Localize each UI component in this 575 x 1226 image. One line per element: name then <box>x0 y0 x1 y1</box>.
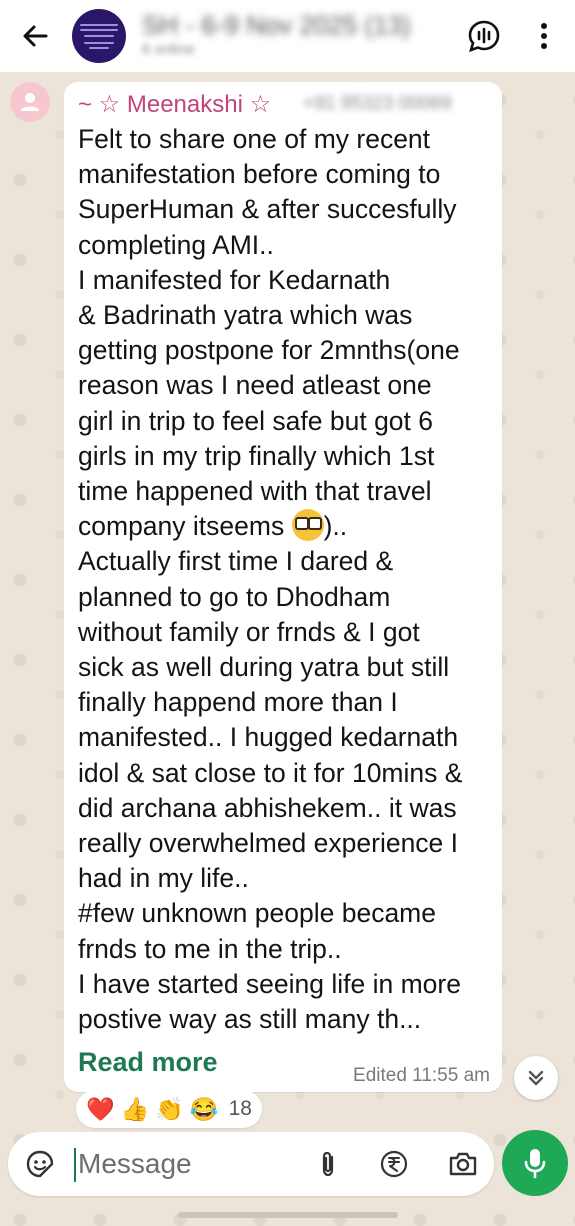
message-line: had in my life.. <box>78 863 249 894</box>
payment-button[interactable] <box>378 1148 410 1180</box>
message-edited-time: Edited 11:55 am <box>353 1065 490 1086</box>
camera-button[interactable] <box>446 1148 480 1180</box>
message-line: & Badrinath yatra which was <box>78 300 413 331</box>
message-input[interactable] <box>78 1144 298 1184</box>
message-line: did archana abhishekem.. it was <box>78 792 457 823</box>
home-indicator <box>178 1212 398 1218</box>
sticker-button[interactable] <box>24 1148 56 1180</box>
avatar-text-line <box>80 29 118 31</box>
message-line: postive way as still many th... <box>78 1004 422 1035</box>
message-line: company itseems <box>78 511 285 542</box>
message-line: idol & sat close to it for 10mins & <box>78 757 463 788</box>
message-line: finally happend more than I <box>78 687 398 718</box>
voice-chat-button[interactable] <box>466 18 502 54</box>
message-line: completing AMI.. <box>78 229 274 260</box>
message-line: girl in trip to feel safe but got 6 <box>78 405 434 436</box>
message-line: I have started seeing life in more <box>78 968 461 999</box>
sender-avatar[interactable] <box>10 82 50 122</box>
message-line: planned to go to Dhodham <box>78 581 391 612</box>
voice-chat-icon <box>468 20 500 53</box>
text-cursor <box>74 1148 76 1182</box>
message-line-suffix: ).. <box>323 511 348 542</box>
rupee-payment-icon <box>380 1150 408 1178</box>
message-line-with-emoji: company itseems ).. <box>78 509 496 544</box>
group-title-area[interactable]: SH - 6-9 Nov 2025 (13) 6 online <box>142 10 442 60</box>
message-line: frnds to me in the trip.. <box>78 933 342 964</box>
double-chevron-down-icon <box>528 1070 544 1086</box>
message-bubble[interactable]: ~ ☆ Meenakshi ☆ +91 95323 00069 Felt to … <box>64 82 502 1092</box>
camera-icon <box>449 1152 477 1176</box>
sender-phone: +91 95323 00069 <box>303 93 452 114</box>
back-button[interactable] <box>18 18 54 54</box>
sticker-icon <box>26 1150 54 1178</box>
message-line: getting postpone for 2mnths(one <box>78 335 460 366</box>
person-icon <box>21 93 39 111</box>
sender-name[interactable]: ~ ☆ Meenakshi ☆ <box>78 90 271 119</box>
chat-header: SH - 6-9 Nov 2025 (13) 6 online <box>0 0 575 72</box>
scroll-to-bottom-button[interactable] <box>514 1056 558 1100</box>
message-line: sick as well during yatra but still <box>78 652 450 683</box>
reaction-count: 18 <box>228 1097 252 1120</box>
group-avatar[interactable] <box>72 9 126 63</box>
nerd-face-emoji-icon <box>291 509 324 542</box>
avatar-text-line <box>84 42 114 44</box>
reactions-bar[interactable]: ❤️ 👍 👏 😂 18 <box>76 1090 262 1128</box>
group-name: SH - 6-9 Nov 2025 (13) <box>142 10 411 40</box>
message-line: manifested.. I hugged kedarnath <box>78 722 459 753</box>
reaction-clap: 👏 <box>155 1096 184 1122</box>
sender-line: ~ ☆ Meenakshi ☆ +91 95323 00069 <box>78 88 452 120</box>
message-line: manifestation before coming to <box>78 159 441 190</box>
message-text: Felt to share one of my recent manifesta… <box>78 122 496 1037</box>
avatar-text-line <box>80 24 118 26</box>
message-composer <box>8 1132 494 1196</box>
avatar-text-line <box>89 47 109 49</box>
reaction-thumbs-up: 👍 <box>120 1096 150 1122</box>
message-line: without family or frnds & I got <box>78 616 420 647</box>
group-subtitle: 6 online <box>142 41 195 58</box>
attach-button[interactable] <box>312 1148 344 1180</box>
reaction-heart: ❤️ <box>86 1096 115 1122</box>
message-line: girls in my trip finally which 1st <box>78 440 435 471</box>
message-line: reason was I need atleast one <box>78 370 432 401</box>
reaction-laugh: 😂 <box>189 1096 219 1122</box>
message-line: Actually first time I dared & <box>78 546 394 577</box>
message-line: really overwhelmed experience I <box>78 828 459 859</box>
voice-message-button[interactable] <box>502 1130 568 1196</box>
back-arrow-icon <box>23 25 48 47</box>
message-line: SuperHuman & after succesfully <box>78 194 457 225</box>
attach-icon <box>322 1151 334 1177</box>
message-line: time happened with that travel <box>78 476 432 507</box>
message-line: I manifested for Kedarnath <box>78 264 391 295</box>
message-line: #few unknown people became <box>78 898 436 929</box>
more-vertical-icon <box>541 23 547 49</box>
avatar-text-line <box>84 35 114 37</box>
mic-icon <box>524 1149 546 1179</box>
more-options-button[interactable] <box>530 18 558 54</box>
read-more-link[interactable]: Read more <box>78 1047 218 1078</box>
message-line: Felt to share one of my recent <box>78 124 431 154</box>
